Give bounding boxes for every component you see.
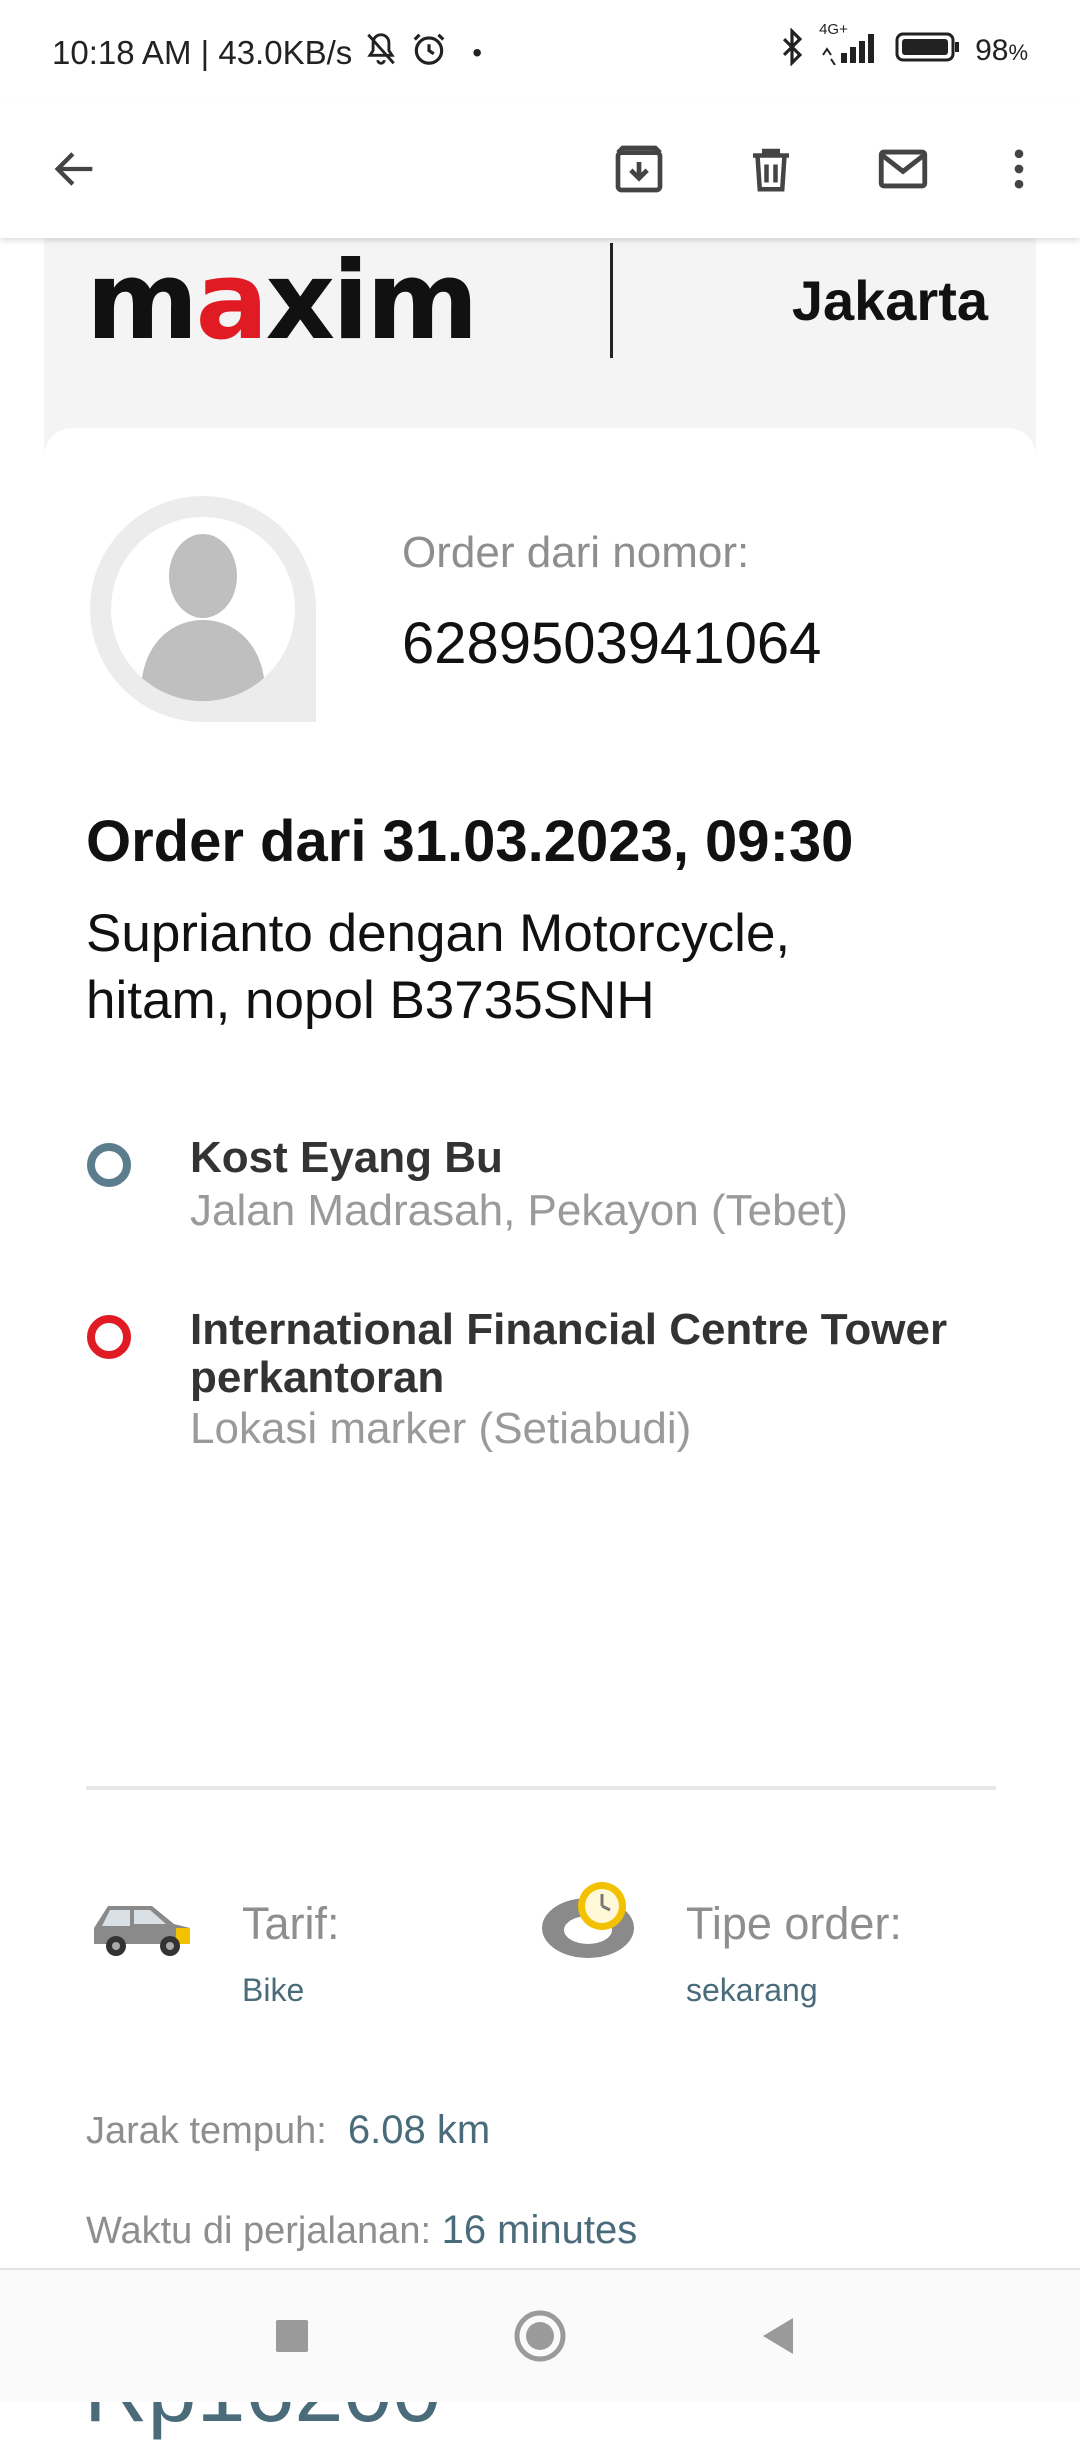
travel-time-row: Waktu di perjalanan: 16 minutes <box>86 2208 637 2253</box>
driver-line-2: hitam, nopol B3735SNH <box>86 971 655 1030</box>
archive-icon <box>615 145 663 193</box>
car-icon <box>94 1906 190 1956</box>
alarm-icon <box>410 30 448 76</box>
system-back-button[interactable] <box>748 2306 808 2366</box>
maxim-logo: maxim <box>86 239 479 364</box>
more-vert-icon <box>1014 149 1024 189</box>
travel-time-value: 16 minutes <box>441 2208 638 2252</box>
battery-level: 98% <box>975 34 1028 67</box>
city-label: Jakarta <box>791 269 988 332</box>
notification-dot-icon: • <box>472 37 483 68</box>
logo-accent-letter: a <box>195 239 269 364</box>
bluetooth-icon <box>779 27 805 74</box>
status-right: 4G+ 98% <box>779 21 1028 74</box>
mute-icon <box>362 30 400 76</box>
square-icon <box>276 2320 308 2352</box>
dropoff-address: Lokasi marker (Setiabudi) <box>190 1404 692 1453</box>
driver-line-1: Suprianto dengan Motorcycle, <box>86 904 791 963</box>
distance-value: 6.08 km <box>347 2108 491 2152</box>
mail-icon <box>878 149 928 189</box>
person-icon <box>90 496 316 722</box>
battery-icon <box>895 30 961 72</box>
pickup-ring-icon <box>87 1143 131 1187</box>
dropoff-point: International Financial Centre Tower per… <box>86 1306 986 1456</box>
driver-info: Suprianto dengan Motorcycle, hitam, nopo… <box>86 900 936 1034</box>
back-button[interactable] <box>38 132 112 206</box>
dropoff-place: International Financial Centre Tower per… <box>190 1306 990 1402</box>
arrow-left-icon <box>54 152 93 186</box>
section-divider <box>86 1786 996 1790</box>
mark-unread-button[interactable] <box>866 132 940 206</box>
order-from-number[interactable]: 6289503941064 <box>402 610 821 677</box>
order-title: Order dari 31.03.2023, 09:30 <box>86 809 854 874</box>
tariff-label: Tarif: <box>242 1898 340 1949</box>
delete-button[interactable] <box>734 132 808 206</box>
avatar <box>90 496 316 722</box>
header-divider <box>610 243 613 358</box>
archive-button[interactable] <box>602 132 676 206</box>
dropoff-place-line-2: perkantoran <box>190 1353 445 1402</box>
signal-icon: 4G+ <box>819 21 881 73</box>
order-card: Order dari nomor: 6289503941064 Order da… <box>44 428 1036 2440</box>
distance-label: Jarak tempuh: <box>86 2110 327 2152</box>
recents-button[interactable] <box>262 2306 322 2366</box>
email-toolbar <box>0 100 1080 238</box>
network-type-label: 4G+ <box>819 21 848 38</box>
dropoff-ring-icon <box>87 1315 131 1359</box>
system-navigation-bar <box>0 2268 1080 2402</box>
trash-icon <box>753 148 789 192</box>
order-from-label: Order dari nomor: <box>402 528 750 577</box>
pickup-place: Kost Eyang Bu <box>190 1133 503 1182</box>
status-bar: 10:18 AM | 43.0KB/s • 4G+ 98% <box>0 0 1080 100</box>
email-header: maxim Jakarta <box>44 238 1036 428</box>
status-left: 10:18 AM | 43.0KB/s • <box>52 30 482 76</box>
dropoff-place-line-1: International Financial Centre Tower <box>190 1305 948 1354</box>
pickup-point: Kost Eyang Bu Jalan Madrasah, Pekayon (T… <box>86 1134 986 1244</box>
distance-row: Jarak tempuh: 6.08 km <box>86 2108 490 2153</box>
order-type-label: Tipe order: <box>686 1898 902 1949</box>
status-time-speed: 10:18 AM | 43.0KB/s <box>52 34 353 71</box>
email-body: maxim Jakarta Order dari nomor: 62895039… <box>44 238 1036 2440</box>
stopwatch-icon <box>542 1882 634 1958</box>
order-type-value: sekarang <box>686 1972 818 2008</box>
more-options-button[interactable] <box>982 132 1056 206</box>
circle-home-icon <box>514 2310 566 2362</box>
triangle-back-icon <box>763 2318 793 2354</box>
tariff-value: Bike <box>242 1972 305 2008</box>
travel-time-label: Waktu di perjalanan: <box>86 2210 432 2252</box>
pickup-address: Jalan Madrasah, Pekayon (Tebet) <box>190 1186 848 1235</box>
home-button[interactable] <box>506 2302 574 2370</box>
